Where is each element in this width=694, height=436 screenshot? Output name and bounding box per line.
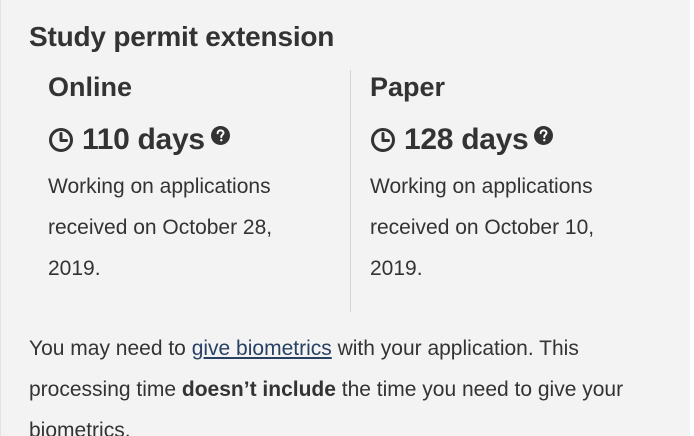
note-prefix: You may need to (29, 337, 192, 360)
paper-column: Paper 128 days Working on applications r… (370, 68, 660, 289)
column-divider (350, 70, 351, 312)
processing-time-panel: Study permit extension Online 110 days W… (0, 0, 690, 436)
biometrics-note: You may need to give biometrics with you… (29, 328, 669, 436)
give-biometrics-link[interactable]: give biometrics (192, 337, 332, 360)
section-title: Study permit extension (29, 21, 335, 52)
online-heading: Online (48, 72, 133, 102)
online-column: Online 110 days Working on applications … (48, 68, 338, 289)
online-processing-days: 110 days (82, 123, 205, 156)
online-description: Working on applications received on Octo… (48, 175, 273, 280)
paper-processing-days: 128 days (404, 123, 529, 156)
paper-time-row: 128 days (370, 120, 660, 160)
paper-heading: Paper (370, 72, 446, 102)
paper-description: Working on applications received on Octo… (370, 175, 595, 280)
clock-icon (49, 128, 73, 152)
question-circle-icon[interactable] (534, 125, 554, 145)
clock-icon (371, 128, 395, 152)
online-time-row: 110 days (48, 120, 338, 160)
note-emphasis: doesn’t include (181, 378, 336, 401)
question-circle-icon[interactable] (210, 125, 230, 145)
